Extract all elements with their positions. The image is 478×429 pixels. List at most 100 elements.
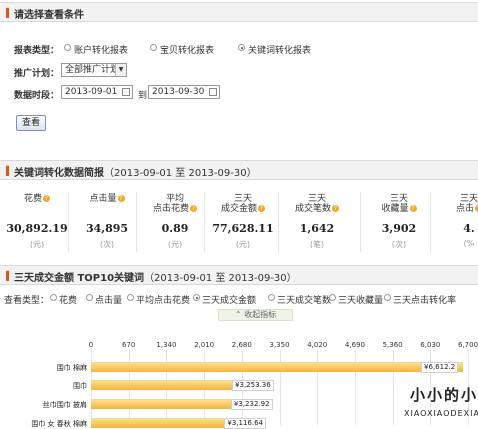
view-type-radio-label[interactable]: 三天成交金额 bbox=[202, 293, 256, 306]
value-label: ¥6,612.2 bbox=[421, 362, 459, 373]
view-type-radio-label[interactable]: 花费 bbox=[59, 293, 77, 306]
stat-unit: (% bbox=[463, 239, 475, 248]
view-type-radio-label[interactable]: 三天成交笔数 bbox=[277, 293, 331, 306]
query-button[interactable]: 查看 bbox=[16, 115, 46, 131]
chevron-down-icon[interactable]: ▼ bbox=[115, 64, 126, 76]
date-separator: 到 bbox=[138, 91, 148, 101]
watermark-cn: 小小的小 bbox=[410, 386, 478, 404]
stat-unit: (笔) bbox=[309, 240, 325, 249]
value-label: ¥3,253.36 bbox=[232, 380, 274, 391]
collapse-metrics-label: 收起指标 bbox=[244, 310, 277, 319]
x-tick-label: 6,030 bbox=[420, 341, 441, 349]
plan-select-value: 全部推广计划 bbox=[65, 65, 120, 75]
stat-label-line2: 收藏量? bbox=[364, 204, 434, 214]
top10-section-title: 三天成交金额 TOP10关键词（2013-09-01 至 2013-09-30） bbox=[14, 269, 297, 284]
radio-item-report-label[interactable]: 宝贝转化报表 bbox=[160, 43, 214, 56]
collapse-metrics-button[interactable]: ⌃ 收起指标 bbox=[218, 309, 293, 321]
x-tick-label: 6,700 bbox=[458, 341, 478, 349]
stat-label-text: 点击 bbox=[455, 204, 474, 214]
view-type-radio[interactable] bbox=[384, 294, 391, 301]
radio-account-report[interactable] bbox=[64, 44, 71, 51]
stat-label-line2: 点击? bbox=[434, 204, 478, 214]
header-accent bbox=[6, 7, 9, 18]
report-type-label: 报表类型： bbox=[14, 46, 60, 56]
stat-item: 三天 收藏量? 3,902 (次) bbox=[364, 194, 434, 249]
stat-unit: (元) bbox=[235, 240, 251, 249]
stat-item: 三天 成交金额? 77,628.11 (元) bbox=[208, 194, 278, 249]
summary-date-range: （2013-09-01 至 2013-09-30） bbox=[104, 168, 257, 179]
chart-bar[interactable] bbox=[91, 362, 464, 372]
view-type-radio-label[interactable]: 平均点击花费 bbox=[136, 293, 190, 306]
date-end-value: 2013-09-30 bbox=[152, 87, 205, 97]
stat-label-line2: 成交笔数? bbox=[282, 204, 352, 214]
stat-label-line1: 三天 bbox=[389, 194, 408, 204]
x-tick-label: 4,690 bbox=[344, 341, 365, 349]
date-end-input[interactable]: 2013-09-30 bbox=[148, 85, 220, 99]
stat-label-text: 成交金额 bbox=[220, 204, 257, 214]
help-icon[interactable]: ? bbox=[409, 205, 417, 212]
stat-value: 30,892.19 bbox=[6, 222, 68, 235]
stat-label-line1: 三天 bbox=[233, 194, 252, 204]
radio-keyword-report-label[interactable]: 关键词转化报表 bbox=[248, 43, 311, 56]
view-type-radio[interactable] bbox=[86, 294, 93, 301]
date-start-input[interactable]: 2013-09-01 bbox=[61, 85, 133, 99]
category-label: 围巾 bbox=[73, 382, 87, 390]
stat-label-line1: 三天 bbox=[307, 194, 326, 204]
top10-title-text: 三天成交金额 TOP10关键词 bbox=[14, 273, 145, 284]
x-tick-label: 4,020 bbox=[307, 341, 328, 349]
category-label: 丝巾围巾 披肩 bbox=[42, 401, 87, 409]
stat-label-line1: 三天 bbox=[459, 194, 478, 204]
stat-divider bbox=[68, 192, 69, 252]
stat-label-text: 收藏量 bbox=[381, 204, 409, 214]
view-type-radio[interactable] bbox=[268, 294, 275, 301]
value-label: ¥3,232.92 bbox=[230, 399, 273, 410]
stat-value: 4. bbox=[463, 222, 475, 235]
calendar-icon[interactable] bbox=[122, 88, 130, 96]
view-type-radio[interactable] bbox=[193, 294, 200, 301]
stat-item: 三天 成交笔数? 1,642 (笔) bbox=[282, 194, 352, 249]
help-icon[interactable]: ? bbox=[190, 205, 197, 212]
category-label: 围巾 棉麻 bbox=[56, 364, 87, 372]
view-type-radio-label[interactable]: 三天点击转化率 bbox=[393, 293, 456, 306]
view-type-radio-label[interactable]: 点击量 bbox=[95, 293, 122, 306]
stat-divider bbox=[430, 192, 431, 252]
view-type-radio[interactable] bbox=[127, 294, 134, 301]
stat-item: 平均 点击花费? 0.89 (元) bbox=[140, 194, 210, 249]
date-start-value: 2013-09-01 bbox=[65, 87, 118, 97]
help-icon[interactable]: ? bbox=[117, 195, 125, 202]
stat-label-text: 花费 bbox=[23, 194, 42, 204]
filter-section-header: 请选择查看条件 bbox=[0, 2, 478, 22]
header-accent bbox=[6, 165, 9, 176]
stat-divider bbox=[278, 192, 279, 252]
x-tick-label: 2,680 bbox=[231, 341, 252, 349]
stat-unit: (元) bbox=[29, 240, 45, 249]
radio-item-report[interactable] bbox=[150, 44, 157, 51]
stat-label-text: 点击花费 bbox=[152, 204, 189, 214]
stat-divider bbox=[360, 192, 361, 252]
view-type-label: 查看类型： bbox=[4, 296, 50, 306]
plan-select[interactable]: 全部推广计划 ▼ bbox=[61, 63, 127, 77]
stat-label-line2: 成交金额? bbox=[208, 204, 278, 214]
radio-keyword-report[interactable] bbox=[238, 44, 245, 51]
period-label: 数据时段： bbox=[14, 91, 60, 101]
stat-item: 花费? 30,892.19 (元) bbox=[2, 194, 72, 249]
help-icon[interactable]: ? bbox=[258, 205, 265, 212]
radio-account-report-label[interactable]: 账户转化报表 bbox=[74, 43, 128, 56]
filter-section-title: 请选择查看条件 bbox=[14, 10, 84, 21]
stat-label-line2: 花费? bbox=[2, 194, 72, 204]
view-type-radio[interactable] bbox=[50, 294, 57, 301]
view-type-radio-label[interactable]: 三天收藏量 bbox=[338, 293, 383, 306]
value-label: ¥3,116.64 bbox=[224, 418, 266, 429]
stat-value: 77,628.11 bbox=[212, 222, 274, 235]
view-type-radio[interactable] bbox=[329, 294, 336, 301]
calendar-icon[interactable] bbox=[209, 88, 217, 96]
help-icon[interactable]: ? bbox=[43, 195, 50, 202]
x-tick-label: 3,350 bbox=[269, 341, 290, 349]
stat-unit: (元) bbox=[167, 240, 183, 249]
summary-section-title: 关键词转化数据简报（2013-09-01 至 2013-09-30） bbox=[14, 164, 257, 179]
help-icon[interactable]: ? bbox=[332, 205, 339, 212]
x-tick-label: 1,340 bbox=[156, 341, 177, 349]
stat-value: 1,642 bbox=[299, 222, 335, 235]
header-accent bbox=[6, 270, 9, 281]
x-tick-label: 0 bbox=[88, 341, 94, 349]
